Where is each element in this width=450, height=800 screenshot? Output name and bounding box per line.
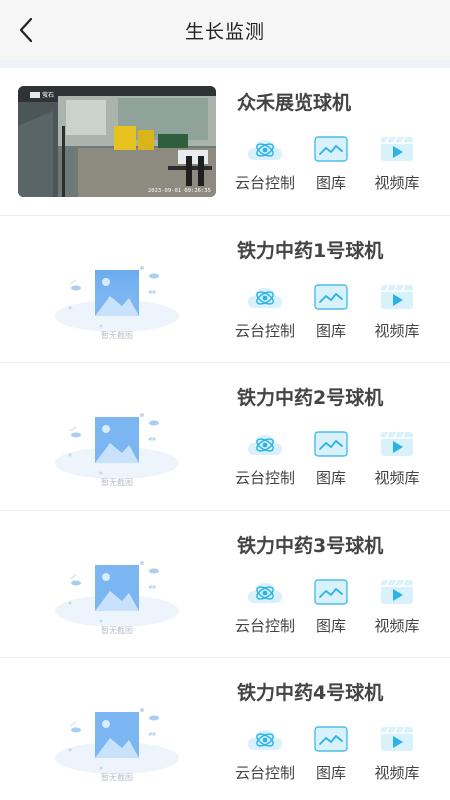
camera-name: 铁力中药1号球机 (237, 239, 384, 262)
video-library-label: 视频库 (374, 469, 420, 487)
empty-snapshot-label: 暂无截图 (101, 478, 133, 487)
empty-snapshot-label: 暂无截图 (101, 773, 133, 782)
gallery-label: 图库 (315, 174, 346, 192)
camera-actions: 云台控制 图库 视频库 (232, 134, 438, 198)
no-image-illustration (55, 265, 179, 332)
gallery-button[interactable]: 图库 (298, 134, 364, 198)
camera-card: 暂无截图 铁力中药1号球机 云台控制 图库 视频库 (0, 216, 450, 363)
ptz-cloud-icon (248, 730, 282, 750)
gallery-icon (314, 136, 348, 162)
header-divider (0, 60, 450, 68)
video-library-button[interactable]: 视频库 (364, 282, 430, 346)
empty-snapshot-placeholder[interactable]: 暂无截图 (18, 676, 216, 787)
video-library-button[interactable]: 视频库 (364, 577, 430, 641)
video-library-icon (381, 726, 413, 751)
snapshot-timestamp: 2023-09-01 09:26:35 (148, 188, 211, 194)
ptz-control-label: 云台控制 (234, 469, 295, 487)
back-arrow-icon[interactable] (12, 14, 42, 46)
brand-watermark: 萤石 (42, 91, 54, 99)
ptz-control-button[interactable]: 云台控制 (232, 724, 298, 788)
video-library-icon (381, 579, 413, 604)
camera-name: 铁力中药3号球机 (237, 534, 384, 557)
video-library-button[interactable]: 视频库 (364, 134, 430, 198)
ptz-cloud-icon (248, 582, 282, 603)
video-library-label: 视频库 (374, 616, 420, 635)
camera-snapshot[interactable]: 萤石 2023-09-01 09:26:35 (18, 86, 216, 197)
ptz-control-button[interactable]: 云台控制 (232, 577, 298, 641)
camera-card: 萤石 2023-09-01 09:26:35 众禾展览球机 云台控制 图库 视频… (0, 68, 450, 216)
ptz-cloud-icon (248, 140, 282, 160)
video-library-icon (381, 136, 413, 161)
video-library-icon (381, 284, 413, 309)
ptz-control-label: 云台控制 (234, 321, 295, 340)
no-image-illustration (55, 413, 179, 479)
video-library-button[interactable]: 视频库 (364, 724, 430, 788)
camera-name: 铁力中药2号球机 (237, 387, 384, 409)
ptz-cloud-icon (248, 287, 282, 308)
page-title: 生长监测 (184, 20, 265, 43)
gallery-label: 图库 (315, 469, 346, 487)
empty-snapshot-placeholder[interactable]: 暂无截图 (18, 381, 216, 492)
ptz-control-label: 云台控制 (234, 174, 295, 192)
camera-actions: 云台控制 图库 视频库 (232, 577, 438, 641)
ptz-control-button[interactable]: 云台控制 (232, 429, 298, 493)
gallery-button[interactable]: 图库 (298, 429, 364, 493)
no-image-illustration (55, 560, 179, 627)
camera-card: 暂无截图 铁力中药3号球机 云台控制 图库 视频库 (0, 511, 450, 658)
video-library-button[interactable]: 视频库 (364, 429, 430, 493)
camera-actions: 云台控制 图库 视频库 (232, 429, 438, 493)
camera-name: 铁力中药4号球机 (237, 682, 384, 704)
empty-snapshot-label: 暂无截图 (101, 625, 133, 635)
video-library-label: 视频库 (374, 321, 420, 340)
gallery-label: 图库 (315, 616, 346, 635)
ptz-cloud-icon (248, 435, 282, 455)
camera-name: 众禾展览球机 (237, 92, 352, 114)
video-library-label: 视频库 (374, 174, 420, 192)
camera-card: 暂无截图 铁力中药2号球机 云台控制 图库 视频库 (0, 363, 450, 511)
empty-snapshot-placeholder[interactable]: 暂无截图 (18, 528, 216, 640)
camera-actions: 云台控制 图库 视频库 (232, 724, 438, 788)
ptz-control-button[interactable]: 云台控制 (232, 282, 298, 346)
camera-actions: 云台控制 图库 视频库 (232, 282, 438, 346)
camera-card: 暂无截图 铁力中药4号球机 云台控制 图库 视频库 (0, 658, 450, 800)
empty-snapshot-label: 暂无截图 (101, 330, 133, 340)
gallery-icon (314, 283, 348, 310)
top-bar: 生长监测 (0, 0, 450, 60)
ptz-control-button[interactable]: 云台控制 (232, 134, 298, 198)
gallery-label: 图库 (315, 764, 346, 782)
gallery-icon (314, 578, 348, 605)
video-library-icon (381, 431, 413, 456)
ptz-control-label: 云台控制 (234, 764, 295, 782)
gallery-button[interactable]: 图库 (298, 724, 364, 788)
gallery-icon (314, 431, 348, 457)
camera-list: 萤石 2023-09-01 09:26:35 众禾展览球机 云台控制 图库 视频… (0, 68, 450, 800)
gallery-label: 图库 (315, 321, 346, 340)
video-library-label: 视频库 (374, 764, 420, 782)
gallery-icon (314, 726, 348, 752)
gallery-button[interactable]: 图库 (298, 577, 364, 641)
empty-snapshot-placeholder[interactable]: 暂无截图 (18, 233, 216, 345)
ptz-control-label: 云台控制 (234, 616, 295, 635)
gallery-button[interactable]: 图库 (298, 282, 364, 346)
no-image-illustration (55, 708, 179, 774)
